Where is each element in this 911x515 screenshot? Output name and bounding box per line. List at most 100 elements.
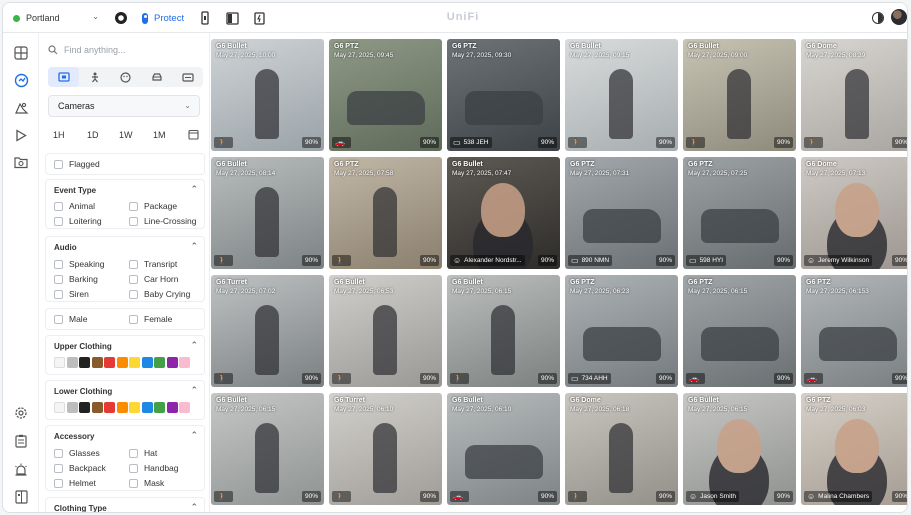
settings-gear-icon[interactable]	[12, 404, 30, 422]
source-select[interactable]: Cameras ⌄	[48, 95, 200, 117]
lower-color-swatch-1[interactable]	[66, 402, 78, 413]
option-helmet[interactable]: Helmet	[54, 478, 96, 488]
chevron-up-icon[interactable]: ⌃	[190, 340, 198, 351]
mode-all-icon[interactable]	[48, 67, 79, 87]
upper-color-swatch-1[interactable]	[66, 357, 78, 368]
event-tile[interactable]: G6 PTZ May 27, 2025, 09:30 ▭ 538 JEH 90%	[447, 39, 560, 151]
access-app-icon[interactable]	[197, 10, 213, 26]
event-tile[interactable]: G6 PTZ May 27, 2025, 06:15 🚗 90%	[683, 275, 796, 387]
event-tile[interactable]: G6 PTZ May 27, 2025, 07:25 ▭ 598 HYI 90%	[683, 157, 796, 269]
option-transript[interactable]: Transript	[129, 259, 177, 269]
option-loitering[interactable]: Loitering	[54, 216, 102, 226]
event-tile[interactable]: G6 PTZ May 27, 2025, 07:31 ▭ 890 NMN 90%	[565, 157, 678, 269]
event-tile[interactable]: G6 Bullet May 27, 2025, 09:00 🚶 90%	[683, 39, 796, 151]
option-hat[interactable]: Hat	[129, 448, 157, 458]
option-backpack[interactable]: Backpack	[54, 463, 106, 473]
range-1d[interactable]: 1D	[87, 130, 99, 140]
recordings-folder-icon[interactable]	[12, 153, 30, 171]
event-tile[interactable]: G6 PTZ May 27, 2025, 06:23 ▭ 734 AHH 90%	[565, 275, 678, 387]
lower-color-swatch-7[interactable]	[141, 402, 153, 413]
option-speaking[interactable]: Speaking	[54, 259, 104, 269]
ai-search-icon[interactable]	[12, 71, 30, 89]
range-1w[interactable]: 1W	[119, 130, 133, 140]
event-tile[interactable]: G6 Bullet May 27, 2025, 10:00 🚶 90%	[211, 39, 324, 151]
upper-color-swatch-3[interactable]	[91, 357, 103, 368]
upper-color-swatch-0[interactable]	[54, 357, 65, 368]
option-handbag[interactable]: Handbag	[129, 463, 179, 473]
lower-color-swatch-0[interactable]	[54, 402, 65, 413]
lower-color-swatch-2[interactable]	[79, 402, 90, 413]
event-tile[interactable]: G6 Bullet May 27, 2025, 06:15 ☺ Jason Smith…	[683, 393, 796, 505]
lower-color-swatch-10[interactable]	[179, 402, 190, 413]
chevron-up-icon[interactable]: ⌃	[190, 184, 198, 195]
option-baby-crying[interactable]: Baby Crying	[129, 289, 190, 299]
lower-color-swatch-6[interactable]	[129, 402, 140, 413]
option-mask[interactable]: Mask	[129, 478, 164, 488]
tab-protect[interactable]: Protect	[142, 8, 191, 28]
lower-color-swatch-8[interactable]	[154, 402, 165, 413]
site-selector[interactable]: Portland ⌄	[13, 9, 101, 27]
range-1m[interactable]: 1M	[153, 130, 166, 140]
upper-color-swatch-2[interactable]	[79, 357, 90, 368]
event-tile[interactable]: G6 Bullet May 27, 2025, 06:53 🚶 90%	[329, 275, 442, 387]
devices-icon[interactable]	[12, 488, 30, 506]
logs-clipboard-icon[interactable]	[12, 432, 30, 450]
event-tile[interactable]: G6 PTZ May 27, 2025, 06:03 ☺ Malina Chamber…	[801, 393, 907, 505]
option-package[interactable]: Package	[129, 201, 177, 211]
search-input[interactable]: Find anything...	[48, 41, 200, 59]
unifi-os-icon[interactable]	[113, 10, 129, 26]
option-barking[interactable]: Barking	[54, 274, 98, 284]
playback-icon[interactable]	[12, 126, 30, 144]
connect-app-icon[interactable]	[251, 10, 267, 26]
upper-color-swatch-4[interactable]	[104, 357, 115, 368]
alarm-siren-icon[interactable]	[12, 461, 30, 479]
event-tile[interactable]: G6 Bullet May 27, 2025, 06:15 🚶 90%	[447, 275, 560, 387]
lower-color-swatch-4[interactable]	[104, 402, 115, 413]
lower-color-swatch-3[interactable]	[91, 402, 103, 413]
chevron-up-icon[interactable]: ⌃	[190, 241, 198, 252]
upper-color-swatch-5[interactable]	[116, 357, 128, 368]
chevron-up-icon[interactable]: ⌃	[190, 430, 198, 441]
chevron-up-icon[interactable]: ⌃	[190, 385, 198, 396]
upper-color-swatch-8[interactable]	[154, 357, 165, 368]
event-tile[interactable]: G6 Turret May 27, 2025, 06:10 🚶 90%	[329, 393, 442, 505]
event-tile[interactable]: G6 Bullet May 27, 2025, 09:15 🚶 90%	[565, 39, 678, 151]
event-tile[interactable]: G6 Bullet May 27, 2025, 08:14 🚶 90%	[211, 157, 324, 269]
upper-color-swatch-10[interactable]	[179, 357, 190, 368]
flagged-checkbox[interactable]: Flagged	[54, 159, 100, 169]
lower-color-swatch-5[interactable]	[116, 402, 128, 413]
option-animal[interactable]: Animal	[54, 201, 95, 211]
dashboard-grid-icon[interactable]	[12, 44, 30, 62]
mode-face-icon[interactable]	[110, 67, 141, 87]
option-male[interactable]: Male	[54, 314, 87, 324]
event-tile[interactable]: G6 Bullet May 27, 2025, 06:15 🚶 90%	[211, 393, 324, 505]
upper-color-swatch-9[interactable]	[166, 357, 178, 368]
lower-color-swatch-9[interactable]	[166, 402, 178, 413]
upper-color-swatch-6[interactable]	[129, 357, 140, 368]
option-line-crossing[interactable]: Line-Crossing	[129, 216, 196, 226]
event-tile[interactable]: G6 Turret May 27, 2025, 07:02 🚶 90%	[211, 275, 324, 387]
mode-person-icon[interactable]	[79, 67, 110, 87]
theme-toggle-icon[interactable]	[872, 12, 884, 24]
event-tile[interactable]: G6 PTZ May 27, 2025, 07:58 🚶 90%	[329, 157, 442, 269]
mode-vehicle-icon[interactable]	[141, 67, 172, 87]
event-tile[interactable]: G6 Dome May 27, 2025, 08:39 🚶 90%	[801, 39, 907, 151]
talk-app-icon[interactable]	[224, 10, 240, 26]
event-tile[interactable]: G6 Dome May 27, 2025, 07:13 ☺ Jeremy Wilkin…	[801, 157, 907, 269]
event-tile[interactable]: G6 PTZ May 27, 2025, 09:45 🚗 90%	[329, 39, 442, 151]
event-tile[interactable]: G6 Bullet May 27, 2025, 07:47 ☺ Alexander N…	[447, 157, 560, 269]
user-avatar[interactable]	[891, 9, 907, 25]
upper-color-swatch-7[interactable]	[141, 357, 153, 368]
option-female[interactable]: Female	[129, 314, 172, 324]
option-glasses[interactable]: Glasses	[54, 448, 100, 458]
event-tile[interactable]: G6 Bullet May 27, 2025, 06:10 🚗 90%	[447, 393, 560, 505]
range-1h[interactable]: 1H	[53, 130, 65, 140]
calendar-icon[interactable]	[188, 129, 199, 142]
chevron-up-icon[interactable]: ⌃	[190, 502, 198, 512]
map-icon[interactable]	[12, 99, 30, 117]
option-car-horn[interactable]: Car Horn	[129, 274, 178, 284]
option-siren[interactable]: Siren	[54, 289, 89, 299]
event-tile[interactable]: G6 PTZ May 27, 2025, 06:153 🚗 90%	[801, 275, 907, 387]
event-tile[interactable]: G6 Dome May 27, 2025, 06:18 🚶 90%	[565, 393, 678, 505]
mode-plate-icon[interactable]	[172, 67, 203, 87]
